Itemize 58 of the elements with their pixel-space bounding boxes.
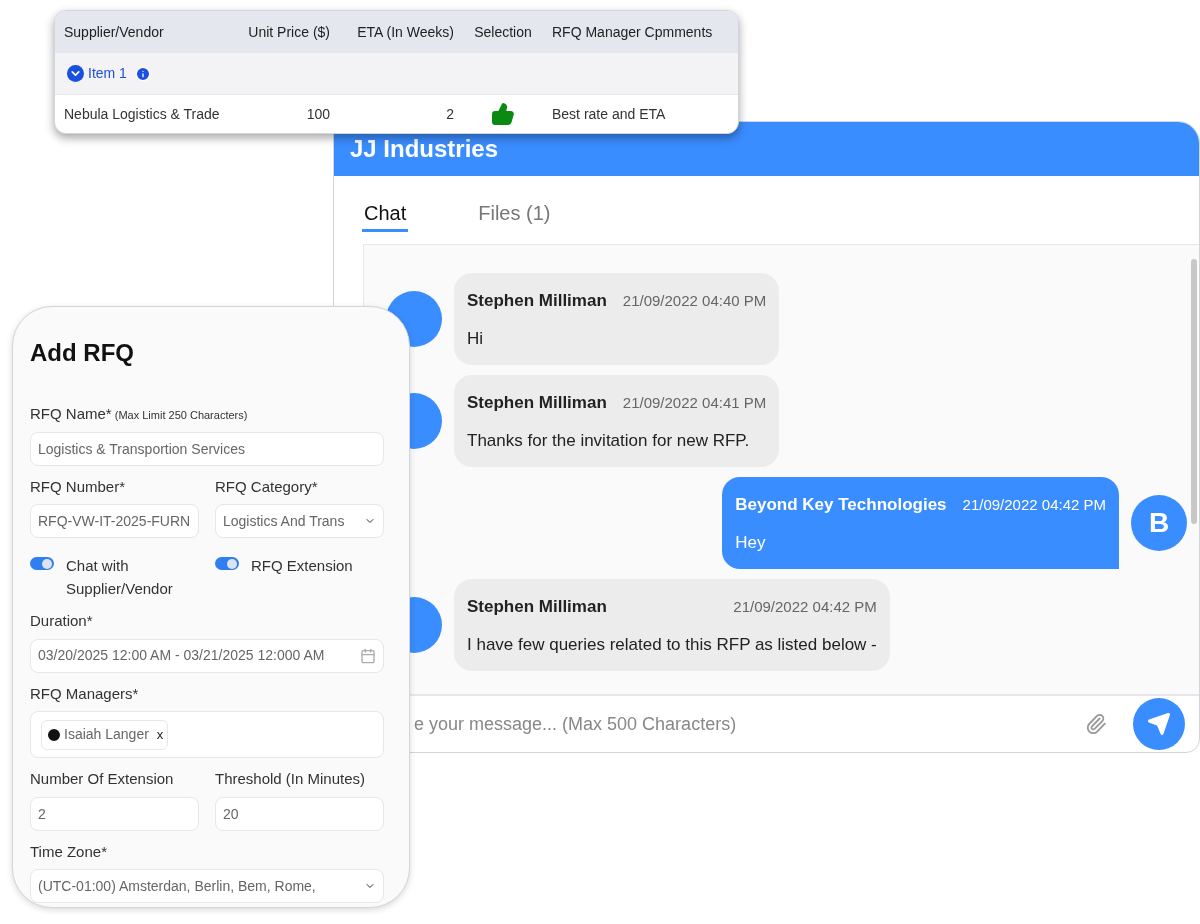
message-time: 21/09/2022 04:41 PM — [622, 393, 767, 413]
sender-name: Stephen Milliman — [467, 290, 607, 312]
select-field[interactable]: (UTC-01:00) Amsterdan, Berlin, Bem, Rome, — [30, 869, 384, 903]
toggle-switch[interactable] — [30, 557, 54, 570]
chevron-icon[interactable] — [67, 65, 84, 82]
toggle-label: RFQ Extension — [251, 556, 353, 576]
column-header: Unit Price ($) — [247, 22, 331, 42]
column-header: Selection — [473, 22, 533, 42]
group-label[interactable]: Item 1 — [88, 63, 127, 84]
column-header: Supplier/Vendor — [63, 22, 165, 42]
avatar: B — [1131, 495, 1187, 551]
remove-tag-button[interactable]: x — [156, 724, 164, 745]
field-label: RFQ Name* (Max Limit 250 Characters) — [30, 404, 249, 424]
input-field[interactable]: RFQ-VW-IT-2025-FURN — [30, 504, 199, 538]
message-time: 21/09/2022 04:40 PM — [622, 291, 767, 311]
message-text: I have few queries related to this RFP as listed below - — [467, 633, 877, 656]
tab[interactable]: Chat — [362, 196, 409, 232]
table-cell-text: 100 — [305, 104, 331, 124]
thumbs-up-icon[interactable] — [491, 102, 515, 126]
sender-name: Stephen Milliman — [467, 596, 607, 618]
form-title: Add RFQ — [30, 338, 135, 368]
date-range-field[interactable]: 03/20/2025 12:00 AM - 03/21/2025 12:000 AM — [30, 638, 384, 673]
message-time: 21/09/2022 04:42 PM — [733, 597, 877, 617]
sender-name: Stephen Milliman — [467, 392, 607, 414]
message-text: Hi — [467, 327, 485, 350]
sender-name: Beyond Key Technologies — [735, 494, 947, 516]
message-input[interactable]: e your message... (Max 500 Characters) — [414, 710, 1073, 738]
paperclip-icon[interactable] — [1085, 713, 1107, 735]
tab[interactable]: Files (1) — [476, 196, 553, 232]
field-label: Threshold (In Minutes) — [215, 769, 367, 789]
field-label: Time Zone* — [30, 841, 108, 862]
field-label: Number Of Extension — [30, 769, 175, 789]
table-cell-text: Best rate and ETA — [551, 104, 667, 124]
select-field[interactable]: Logistics And Trans — [215, 504, 384, 538]
table-cell-text: Nebula Logistics & Trade — [63, 104, 221, 124]
input-field[interactable]: 20 — [215, 796, 384, 831]
message-time: 21/09/2022 04:42 PM — [962, 495, 1106, 515]
scrollbar[interactable] — [1191, 259, 1197, 524]
manager-tag: Isaiah Langer x — [41, 719, 169, 750]
toggle-label: Chat with Supplier/Vendor — [66, 556, 174, 599]
chat-title: JJ Industries — [350, 134, 499, 164]
message-text: Hey — [735, 531, 767, 554]
send-button[interactable] — [1133, 698, 1185, 750]
column-header: ETA (In Weeks) — [356, 22, 455, 42]
calendar-icon — [360, 647, 376, 664]
field-label: RFQ Managers* — [30, 683, 140, 704]
send-icon — [1147, 712, 1171, 736]
input-field[interactable]: 2 — [30, 796, 199, 831]
table-cell-text: 2 — [445, 104, 455, 124]
input-field[interactable]: Logistics & Transportion Services — [30, 431, 384, 466]
column-header: RFQ Manager Cpmments — [551, 22, 714, 42]
field-label: Duration* — [30, 611, 94, 631]
message-text: Thanks for the invitation for new RFP. — [467, 429, 751, 452]
field-label: RFQ Category* — [215, 476, 319, 497]
info-icon[interactable] — [134, 65, 151, 82]
toggle-switch[interactable] — [215, 557, 239, 570]
field-label: RFQ Number* — [30, 476, 127, 497]
tags-field[interactable]: Isaiah Langer x — [30, 711, 384, 758]
